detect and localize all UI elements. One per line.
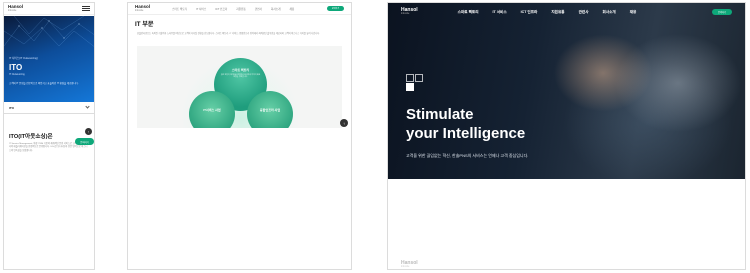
headline-line-1: Stimulate (406, 106, 474, 123)
nav-item[interactable]: IT 서비스 (493, 10, 507, 15)
chevron-down-icon (85, 104, 90, 109)
nav-item[interactable]: 관련사 (579, 10, 589, 15)
contact-button[interactable]: 문의하기 (75, 138, 94, 145)
nav-item[interactable]: 회사소개 (271, 7, 281, 11)
network-graphic-icon (4, 16, 94, 47)
page-description: 한솔인티큐브는 축적된 기술력과 노하우를 바탕으로 고객의 디지털 전환을 선… (137, 33, 320, 35)
brand-logo[interactable]: Hansol Inticube (8, 4, 23, 12)
desktop-nav: 스마트 팩토리 IT 서비스 ICT 인프라 지원유통 관련사 회사소개 채용 (458, 10, 637, 15)
mobile-tab-selector[interactable]: ITO (4, 102, 94, 114)
hero-description: 고객의 IT 운영을 전문적으로 책임지고 효율적인 IT 환경을 제공합니다. (9, 82, 79, 85)
hero-title: ITO (9, 63, 23, 72)
nav-item[interactable]: ICT 인프라 (521, 10, 538, 15)
footer-logo: Hansol Inticube (401, 260, 418, 268)
desktop-hero: Hansol Inticube 스마트 팩토리 IT 서비스 ICT 인프라 지원… (388, 3, 745, 179)
page-title: IT 부문 (135, 21, 154, 28)
desktop-frame: Hansol Inticube 스마트 팩토리 IT 서비스 ICT 인프라 지원… (387, 2, 746, 270)
mobile-content: ITO(IT아웃소싱)은 IT Service Management, 약칭 I… (4, 114, 94, 153)
tablet-frame: Hansol Inticube 스마트 팩토리 IT 서비스 ICT 인프라 지원… (127, 2, 352, 270)
nav-item[interactable]: 회사소개 (603, 10, 616, 15)
nav-item[interactable]: IT 서비스 (196, 7, 206, 11)
mobile-hero: IT 서비스(IT Outsourcing) ITO IT Outsourcin… (4, 16, 94, 102)
tablet-header: Hansol Inticube 스마트 팩토리 IT 서비스 ICT 인프라 지원… (128, 3, 351, 15)
mobile-header: Hansol Inticube (4, 3, 94, 15)
brand-logo[interactable]: Hansol Inticube (401, 8, 418, 15)
menu-icon[interactable] (82, 6, 90, 11)
page-canvas: Hansol Inticube IT 서비스(IT Outsourcing) IT… (0, 0, 750, 273)
nav-item[interactable]: 지원유통 (551, 10, 564, 15)
nav-item[interactable]: 채용 (630, 10, 637, 15)
nav-item[interactable]: 지원유통 (236, 7, 246, 11)
hero-subtitle: IT Outsourcing (9, 73, 25, 76)
tablet-nav: 스마트 팩토리 IT 서비스 ICT 인프라 지원유통 관련사 회사소개 채용 (172, 7, 294, 11)
nav-item[interactable]: 채용 (289, 7, 294, 11)
hero-subline: 고객을 위한 끊임없는 혁신, 한솔PNS의 서비스는 언제나 고객 중심입니다… (406, 153, 529, 158)
hero-eyebrow: IT 서비스(IT Outsourcing) (9, 57, 38, 60)
nav-item[interactable]: 관련사 (255, 7, 262, 11)
contact-button[interactable]: 문의하기 (712, 9, 732, 15)
scroll-top-button[interactable]: ↑ (340, 119, 348, 127)
contact-button[interactable]: 문의하기 (327, 6, 344, 11)
nav-item[interactable]: 스마트 팩토리 (458, 10, 479, 15)
brand-logo[interactable]: Hansol Inticube (135, 4, 150, 12)
mobile-frame: Hansol Inticube IT 서비스(IT Outsourcing) IT… (3, 2, 95, 270)
scroll-top-button[interactable]: ↑ (85, 128, 92, 135)
nav-item[interactable]: ICT 인프라 (215, 7, 227, 11)
hero-headline: Stimulate your Intelligence (406, 106, 525, 144)
business-diagram: 스마트 팩토리 생산 현장의 데이터를 연결하고 분석하여 최적의 제조 환경을… (137, 45, 342, 128)
headline-line-2: your Intelligence (406, 124, 526, 142)
nav-item[interactable]: 스마트 팩토리 (172, 7, 187, 11)
desktop-below-fold: Hansol Inticube (388, 179, 745, 269)
desktop-header: Hansol Inticube 스마트 팩토리 IT 서비스 ICT 인프라 지원… (388, 3, 745, 21)
brand-squares-icon (406, 74, 424, 92)
tab-selector-label: ITO (9, 105, 14, 110)
